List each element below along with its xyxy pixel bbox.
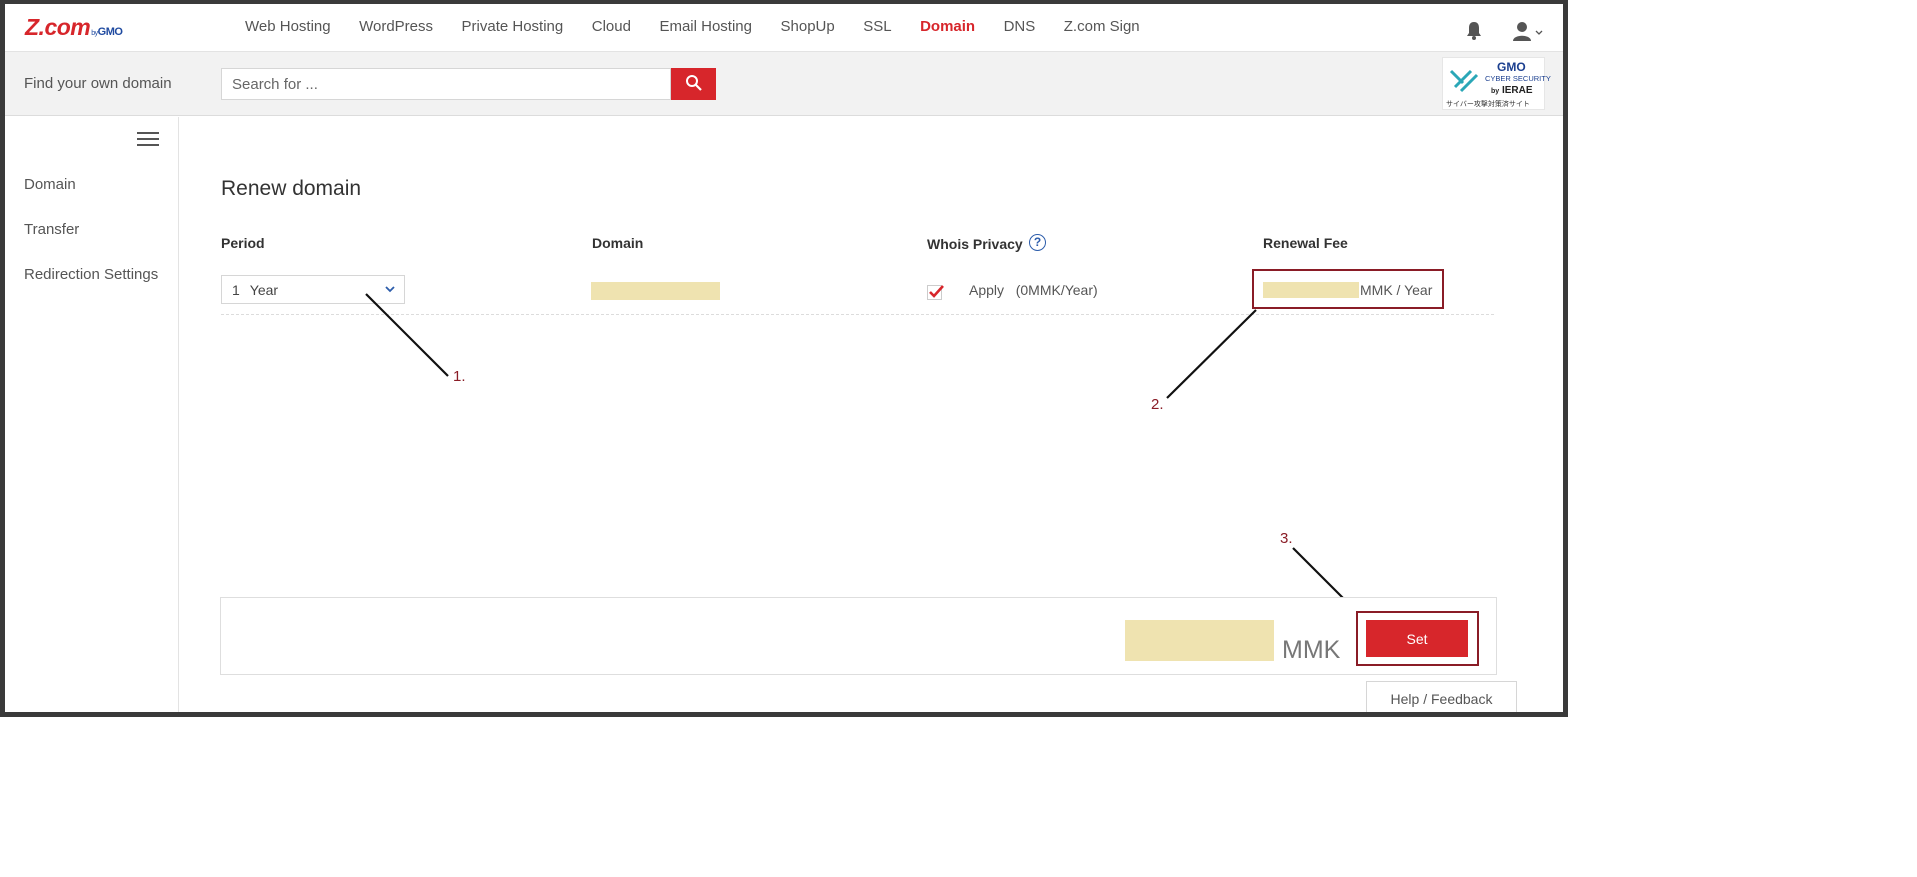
annotation-1: 1. <box>453 368 466 385</box>
annotation-3: 3. <box>1280 530 1293 547</box>
annotation-line-1 <box>365 293 449 377</box>
total-currency: MMK <box>1282 636 1341 664</box>
set-button[interactable]: Set <box>1366 620 1468 657</box>
help-feedback-button[interactable]: Help / Feedback <box>1366 681 1517 717</box>
total-amount-redacted <box>1125 620 1274 661</box>
annotation-line-2 <box>1166 309 1257 399</box>
annotation-2: 2. <box>1151 396 1164 413</box>
